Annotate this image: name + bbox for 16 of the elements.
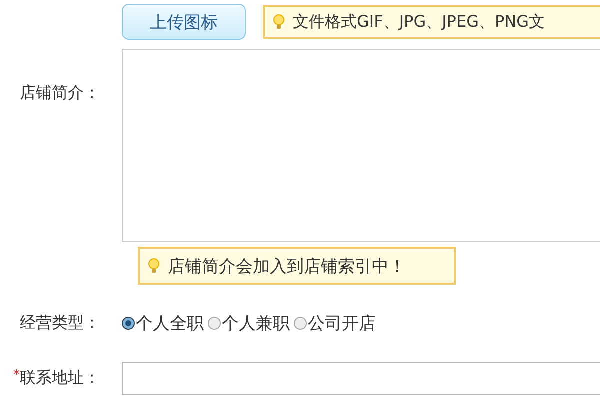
radio-button[interactable] [294,316,307,330]
address-input[interactable] [122,362,600,395]
hint-text: 文件格式GIF、JPG、JPEG、PNG文 [293,12,545,32]
field-label: 店铺简介： [20,83,101,104]
upload-icon-button[interactable]: 上传图标 [122,4,246,40]
hint-text: 店铺简介会加入到店铺索引中！ [168,256,406,278]
lightbulb-icon [273,14,285,30]
radio-button[interactable] [208,316,221,330]
radio-button[interactable] [122,316,135,330]
field-label: 联系地址： [20,368,100,389]
field-label: 经营类型： [20,312,101,334]
radio-label: 公司开店 [308,312,376,334]
radio-label: 个人全职 [136,312,204,334]
lightbulb-icon [148,258,160,274]
radio-label: 个人兼职 [222,312,290,334]
required-mark: * [14,368,20,383]
